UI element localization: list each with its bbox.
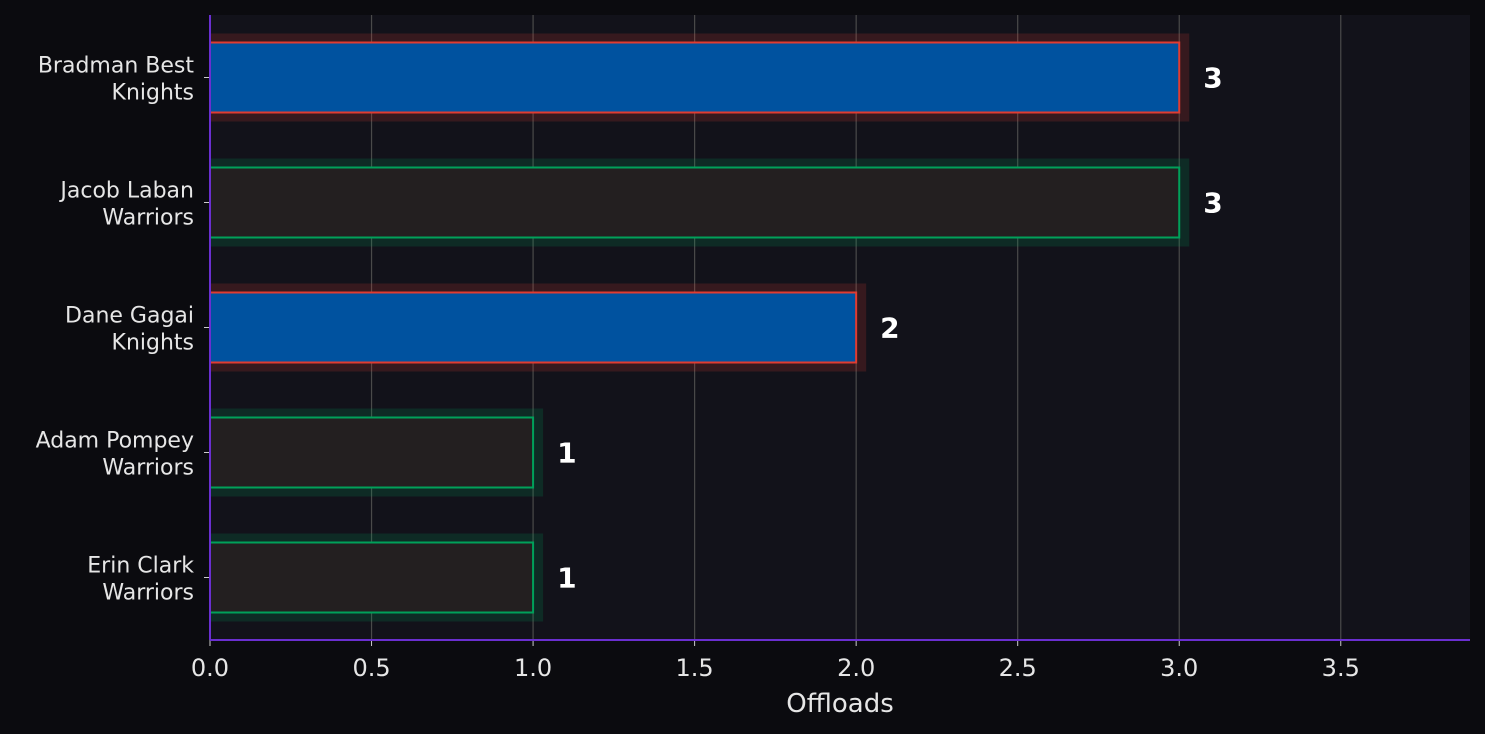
category-player-name: Erin Clark [87,554,194,579]
x-tick-label: 2.0 [837,654,875,682]
value-label: 1 [557,562,576,595]
category-player-name: Jacob Laban [58,179,194,204]
value-label: 2 [880,312,899,345]
bar [209,541,535,614]
category-team-name: Knights [112,81,194,106]
category-player-name: Bradman Best [38,54,195,79]
category-team-name: Warriors [102,581,194,606]
x-tick-label: 3.0 [1160,654,1198,682]
category-player-name: Adam Pompey [36,429,194,454]
x-axis-label: Offloads [786,689,894,719]
category-player-name: Dane Gagai [65,304,194,329]
x-tick-label: 0.5 [352,654,390,682]
offloads-bar-chart: 0.0 0.5 1.0 1.5 2.0 2.5 3.0 3.53Bradman Best Kni… [0,0,1485,734]
value-label: 1 [557,437,576,470]
category-team-name: Knights [112,331,194,356]
bar [209,166,1181,239]
x-tick-label: 1.0 [514,654,552,682]
value-label: 3 [1203,187,1222,220]
bar [209,291,858,364]
value-label: 3 [1203,62,1222,95]
x-tick-label: 3.5 [1322,654,1360,682]
category-team-name: Warriors [102,456,194,481]
category-team-name: Warriors [102,206,194,231]
bar [209,41,1181,114]
bar [209,416,535,489]
x-tick-label: 1.5 [676,654,714,682]
x-tick-label: 0.0 [191,654,229,682]
x-tick-label: 2.5 [999,654,1037,682]
